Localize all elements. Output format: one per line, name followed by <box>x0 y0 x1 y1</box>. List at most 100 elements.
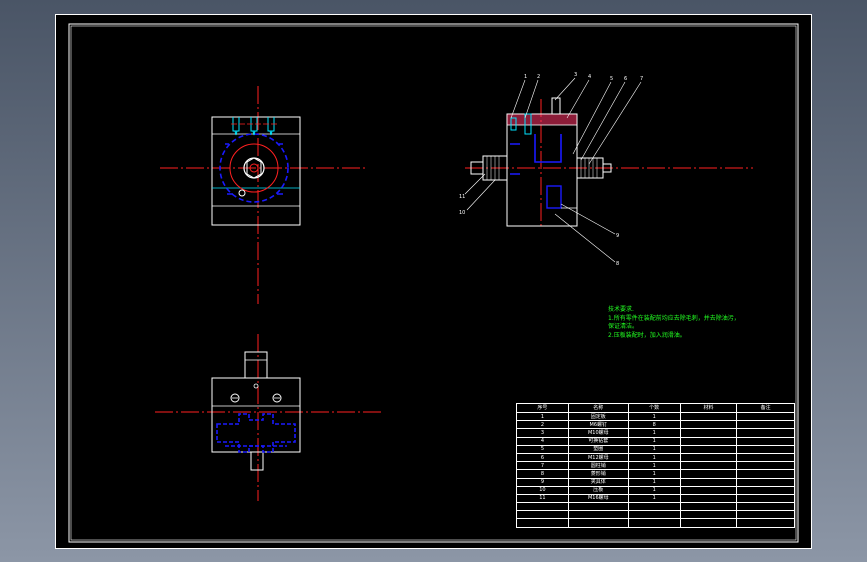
table-row: 5 垫圈 1 <box>516 444 795 454</box>
table-cell <box>679 436 738 446</box>
table-row: 1 固定板 1 <box>516 411 795 422</box>
table-header-row: 序号 名称 个数 材料 备注 <box>516 403 795 413</box>
section-view <box>464 77 753 263</box>
col-header-remark: 备注 <box>736 403 795 413</box>
table-cell <box>736 428 795 438</box>
balloon-8: 8 <box>616 261 619 267</box>
table-row: 3 M10螺母 1 <box>516 428 795 438</box>
col-header-name: 名称 <box>567 403 629 413</box>
balloon-7: 7 <box>640 76 643 82</box>
table-cell: 菱形销 <box>567 469 629 479</box>
col-header-qty: 个数 <box>627 403 681 413</box>
table-cell <box>627 510 681 520</box>
table-cell <box>736 461 795 471</box>
table-cell: 垫圈 <box>567 444 629 454</box>
table-cell <box>679 461 738 471</box>
table-cell: M12螺母 <box>567 452 629 463</box>
table-cell <box>736 469 795 479</box>
table-cell <box>679 469 738 479</box>
table-cell: 1 <box>627 493 681 504</box>
table-cell <box>679 411 738 422</box>
table-cell <box>679 485 738 495</box>
table-cell <box>736 493 795 504</box>
table-cell <box>567 518 629 528</box>
table-row: 10 压板 1 <box>516 485 795 495</box>
table-cell <box>679 510 738 520</box>
front-view <box>160 86 367 304</box>
technical-notes: 技术要求. 1.所有零件在装配前均应去除毛刺，并去除油污， 保证清洁。 2.压板… <box>608 306 808 340</box>
clamp-plate-hatch <box>507 114 577 125</box>
table-cell: 9 <box>516 477 569 487</box>
bolt-end <box>250 451 264 471</box>
table-cell: 8 <box>627 420 681 430</box>
table-cell <box>567 502 629 512</box>
table-row: 6 M12螺母 1 <box>516 452 795 463</box>
table-row <box>516 518 795 528</box>
table-cell: 压板 <box>567 485 629 495</box>
fixture-body-top <box>211 377 301 453</box>
table-cell <box>516 518 569 528</box>
table-row: 7 圆柱销 1 <box>516 461 795 471</box>
table-row: 4 可换钻套 1 <box>516 436 795 446</box>
table-cell <box>736 485 795 495</box>
table-cell: 11 <box>516 493 569 504</box>
table-row <box>516 502 795 512</box>
table-cell <box>679 477 738 487</box>
notes-heading: 技术要求. <box>608 306 634 313</box>
top-view <box>155 334 383 501</box>
balloon-4: 4 <box>588 74 591 80</box>
table-cell <box>736 436 795 446</box>
table-cell <box>516 502 569 512</box>
table-cell <box>679 428 738 438</box>
balloon-5: 5 <box>610 76 613 82</box>
table-cell <box>627 502 681 512</box>
pin-hole <box>238 189 246 197</box>
table-cell: 固定板 <box>567 411 629 422</box>
table-cell: 可换钻套 <box>567 436 629 446</box>
table-cell <box>736 411 795 422</box>
table-cell <box>567 510 629 520</box>
table-cell: 6 <box>516 452 569 463</box>
notes-line: 保证清洁。 <box>608 323 639 330</box>
table-cell <box>679 502 738 512</box>
table-cell: 夹具体 <box>567 477 629 487</box>
col-header-index: 序号 <box>516 403 569 413</box>
table-cell <box>679 518 738 528</box>
table-cell <box>736 502 795 512</box>
table-cell <box>736 452 795 463</box>
table-cell <box>679 420 738 430</box>
table-cell: 圆柱销 <box>567 461 629 471</box>
balloon-9: 9 <box>616 233 619 239</box>
table-cell <box>736 420 795 430</box>
parts-list-body: 1 固定板 1 2 M6螺钉 8 3 M10螺母 1 4 可换钻套 1 5 垫圈 1 6 M12螺母 1 7 圆柱销 1… <box>516 411 795 528</box>
table-cell <box>736 510 795 520</box>
table-cell <box>679 452 738 463</box>
table-cell <box>516 510 569 520</box>
table-cell: 1 <box>627 436 681 446</box>
table-cell: 1 <box>627 485 681 495</box>
table-cell <box>736 477 795 487</box>
cad-viewport[interactable]: 1 2 3 4 5 6 7 11 10 9 8 技术要求. 1.所有零件在装配前… <box>55 14 812 549</box>
table-row: 2 M6螺钉 8 <box>516 420 795 430</box>
table-row: 8 菱形销 1 <box>516 469 795 479</box>
table-cell: 3 <box>516 428 569 438</box>
table-cell <box>627 518 681 528</box>
balloon-11: 11 <box>459 194 465 200</box>
table-row: 11 M16螺母 1 <box>516 493 795 504</box>
table-cell <box>679 444 738 454</box>
balloon-3: 3 <box>574 72 577 78</box>
screw-holes-top <box>232 117 275 136</box>
balloon-2: 2 <box>537 74 540 80</box>
balloon-6: 6 <box>624 76 627 82</box>
table-cell: M6螺钉 <box>567 420 629 430</box>
table-cell: M16螺母 <box>567 493 629 504</box>
table-cell: 4 <box>516 436 569 446</box>
table-cell <box>736 518 795 528</box>
parts-list-table: 序号 名称 个数 材料 备注 1 固定板 1 2 M6螺钉 8 3 M10螺母 1 4 可换钻套 1 5… <box>516 403 795 528</box>
table-cell: 5 <box>516 444 569 454</box>
table-cell: 8 <box>516 469 569 479</box>
table-cell: 1 <box>627 452 681 463</box>
table-cell: 1 <box>627 411 681 422</box>
notes-line: 2.压板装配时，加入润滑油。 <box>608 331 686 339</box>
table-cell <box>679 493 738 504</box>
